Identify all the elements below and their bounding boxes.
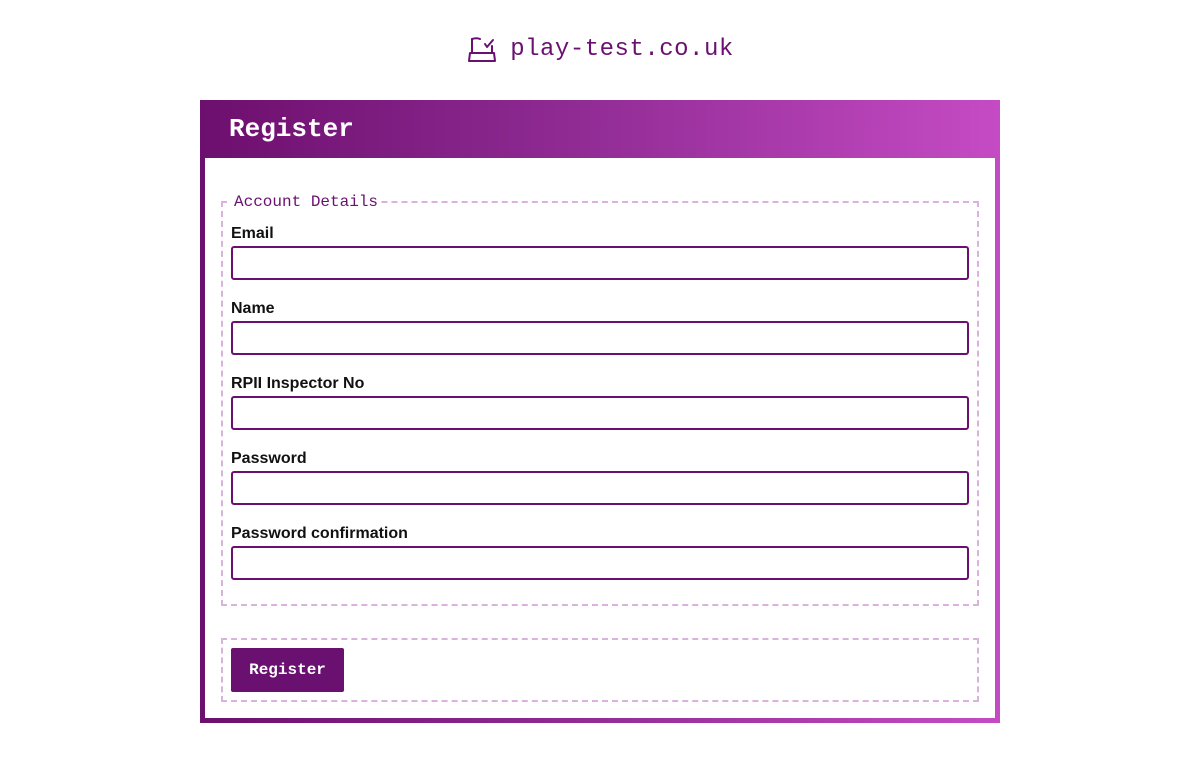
account-details-fieldset: Account Details Email Name RPII Inspecto…	[221, 193, 979, 606]
email-field-group: Email	[231, 225, 969, 280]
register-card: Register Account Details Email Name RPII…	[200, 100, 1000, 723]
email-label: Email	[231, 225, 274, 242]
password-confirmation-field-group: Password confirmation	[231, 525, 969, 580]
register-button[interactable]: Register	[231, 648, 344, 692]
rpii-inspector-no-field-group: RPII Inspector No	[231, 375, 969, 430]
name-label: Name	[231, 300, 275, 317]
actions-fieldset: Register	[221, 638, 979, 702]
rpii-inspector-no-input[interactable]	[231, 396, 969, 430]
password-field-group: Password	[231, 450, 969, 505]
account-details-legend: Account Details	[231, 193, 382, 211]
password-input[interactable]	[231, 471, 969, 505]
brand-name: play-test.co.uk	[510, 36, 734, 63]
password-confirmation-input[interactable]	[231, 546, 969, 580]
card-header: Register	[200, 100, 1000, 158]
email-input[interactable]	[231, 246, 969, 280]
card-body: Account Details Email Name RPII Inspecto…	[205, 158, 995, 718]
brand-link[interactable]: play-test.co.uk	[0, 32, 1200, 68]
password-label: Password	[231, 450, 307, 467]
name-input[interactable]	[231, 321, 969, 355]
page-title: Register	[229, 114, 354, 144]
password-confirmation-label: Password confirmation	[231, 525, 408, 542]
swing-checkmark-icon	[468, 37, 497, 62]
name-field-group: Name	[231, 300, 969, 355]
rpii-inspector-no-label: RPII Inspector No	[231, 375, 365, 392]
